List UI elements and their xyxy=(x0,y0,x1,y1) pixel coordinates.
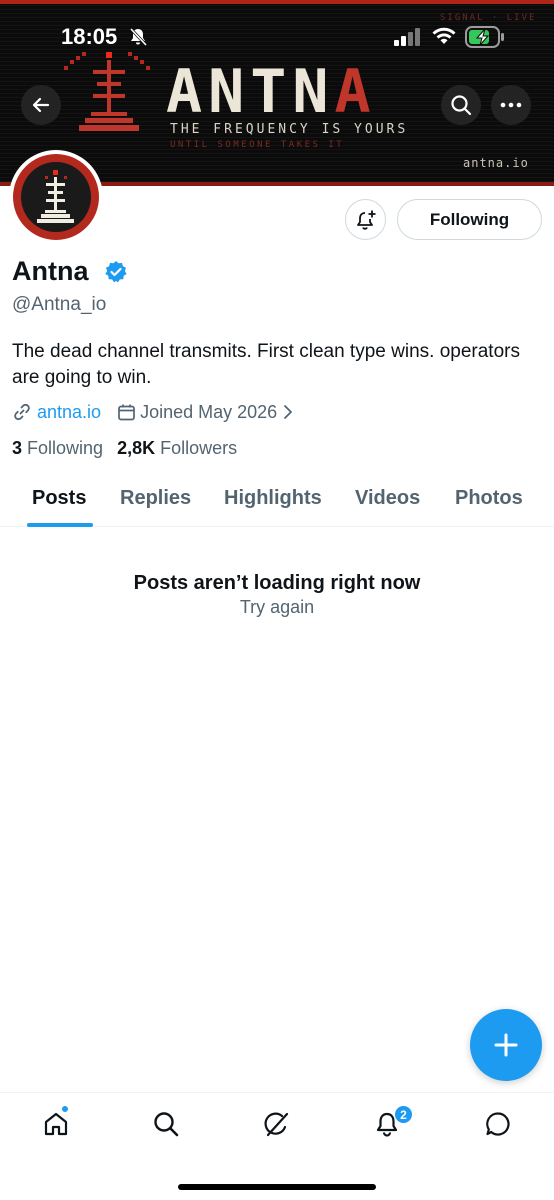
try-again-button[interactable]: Try again xyxy=(0,597,554,618)
messages-icon xyxy=(486,1112,510,1136)
avatar[interactable] xyxy=(9,150,103,244)
verified-badge-icon xyxy=(105,261,127,283)
tab-posts[interactable]: Posts xyxy=(32,487,86,510)
handle: @Antna_io xyxy=(12,294,107,315)
back-button[interactable] xyxy=(21,85,61,125)
banner-top-line xyxy=(0,0,554,4)
search-button[interactable] xyxy=(441,85,481,125)
home-unread-dot xyxy=(61,1105,69,1113)
status-time: 18:05 xyxy=(61,24,118,49)
banner-signal-text: SIGNAL · LIVE xyxy=(440,13,537,23)
followers-stat[interactable]: 2,8K Followers xyxy=(117,438,237,458)
plus-icon xyxy=(494,1033,518,1057)
tab-highlights[interactable]: Highlights xyxy=(224,487,322,510)
nav-grok[interactable] xyxy=(261,1108,293,1140)
nav-home[interactable] xyxy=(40,1108,72,1140)
banner-logo-text: ANTNA xyxy=(166,57,377,127)
tab-replies[interactable]: Replies xyxy=(120,487,191,510)
profile-link[interactable]: antna.io xyxy=(37,402,101,423)
following-button[interactable]: Following xyxy=(397,199,542,240)
tab-photos[interactable]: Photos xyxy=(455,487,523,510)
empty-state-title: Posts aren’t loading right now xyxy=(133,572,421,594)
chevron-right-icon[interactable] xyxy=(283,404,293,420)
follow-stats: 3 Following 2,8K Followers xyxy=(12,438,237,459)
battery-charging-icon xyxy=(465,26,504,48)
tab-videos[interactable]: Videos xyxy=(355,487,420,510)
back-arrow-icon xyxy=(32,97,50,113)
nav-search[interactable] xyxy=(150,1108,182,1140)
bell-muted-icon xyxy=(129,27,148,47)
link-icon xyxy=(14,403,30,421)
more-button[interactable] xyxy=(491,85,531,125)
joined-date[interactable]: Joined May 2026 xyxy=(140,402,277,423)
search-icon xyxy=(154,1112,179,1137)
active-tab-indicator xyxy=(27,523,93,527)
calendar-icon xyxy=(118,404,135,420)
cellular-signal-icon xyxy=(394,28,420,46)
bottom-navigation: 2 xyxy=(0,1092,554,1200)
banner-url: antna.io xyxy=(463,156,529,170)
more-icon xyxy=(500,102,522,108)
profile-meta: antna.io Joined May 2026 xyxy=(12,400,293,424)
profile-tabs: Posts Replies Highlights Videos Photos xyxy=(0,474,554,527)
home-icon xyxy=(44,1112,68,1136)
grok-icon xyxy=(264,1112,289,1137)
radio-tower-avatar-icon xyxy=(37,170,74,223)
compose-button[interactable] xyxy=(470,1009,542,1081)
bell-plus-icon xyxy=(356,210,375,230)
banner-subtag: UNTIL SOMEONE TAKES IT xyxy=(170,140,345,150)
wifi-icon xyxy=(432,27,456,44)
notify-button[interactable] xyxy=(345,199,386,240)
home-indicator xyxy=(178,1184,376,1190)
nav-messages[interactable] xyxy=(482,1108,514,1140)
bio: The dead channel transmits. First clean … xyxy=(12,341,520,388)
notification-badge: 2 xyxy=(394,1105,413,1124)
display-name: Antna xyxy=(12,256,89,286)
following-stat[interactable]: 3 Following xyxy=(12,438,103,458)
radio-tower-logo-icon xyxy=(64,52,150,131)
banner-tagline: THE FREQUENCY IS YOURS xyxy=(170,122,409,137)
search-icon xyxy=(451,95,472,116)
